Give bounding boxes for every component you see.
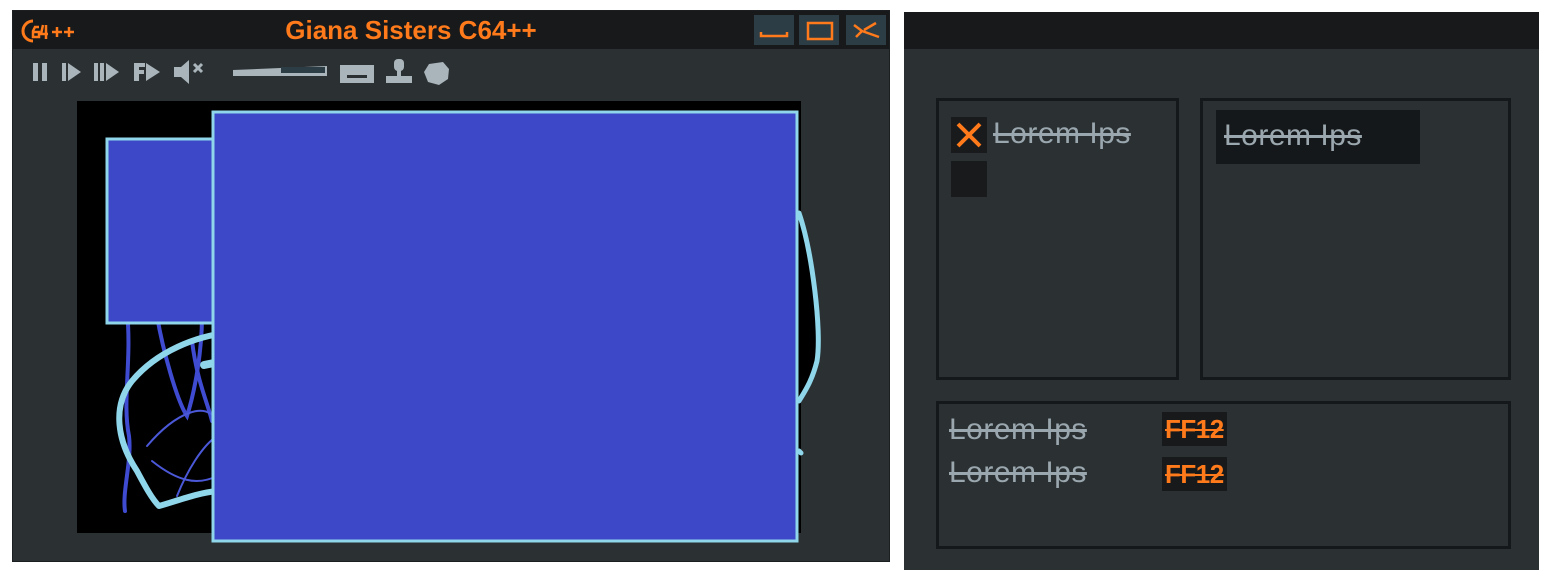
- screenshot-icon[interactable]: [337, 57, 377, 87]
- emulator-screen[interactable]: [77, 101, 821, 543]
- scribble-line: [146, 409, 218, 447]
- minimize-button[interactable]: [754, 15, 794, 45]
- checkbox-label: Lorem Ips: [993, 117, 1131, 150]
- value-label: Lorem Ips: [949, 456, 1087, 489]
- close-icon: [853, 21, 880, 39]
- emulator-toolbar: [25, 57, 465, 89]
- dropdown-value: Lorem Ips: [1224, 119, 1362, 152]
- settings-panel: Lorem Ips Lorem Ips Lorem Ips FF12 Lorem…: [904, 12, 1539, 570]
- scribble-line: [176, 435, 218, 497]
- close-button[interactable]: [846, 15, 886, 45]
- hex-value-field[interactable]: FF12: [1162, 457, 1227, 491]
- hex-value-field[interactable]: FF12: [1162, 412, 1227, 446]
- maximize-button[interactable]: [799, 15, 839, 45]
- mute-icon[interactable]: [171, 57, 215, 87]
- check-x-icon: [956, 122, 982, 148]
- pause-icon[interactable]: [29, 57, 53, 87]
- stage: Giana Sisters C64++ Lorem Ips Lorem Ips …: [0, 0, 1553, 582]
- minimize-icon: [759, 32, 789, 38]
- value-group: Lorem Ips FF12 Lorem Ips FF12: [936, 401, 1511, 549]
- emulator-window: Giana Sisters C64++: [12, 10, 890, 562]
- large-blue-panel: [211, 110, 799, 543]
- checkbox-checked[interactable]: [951, 117, 987, 153]
- dropdown-group: Lorem Ips: [1200, 98, 1511, 380]
- step-forward-icon[interactable]: [91, 57, 125, 87]
- volume-slider[interactable]: [231, 57, 331, 87]
- settings-title-bar[interactable]: [904, 12, 1539, 49]
- fast-forward-icon[interactable]: [131, 57, 165, 87]
- record-icon[interactable]: [421, 57, 455, 87]
- small-blue-panel: [105, 137, 219, 325]
- checkbox-group: Lorem Ips: [936, 98, 1179, 380]
- scribble-line: [122, 309, 132, 513]
- value-label: Lorem Ips: [949, 413, 1087, 446]
- dropdown-select[interactable]: Lorem Ips: [1216, 110, 1420, 164]
- title-bar[interactable]: Giana Sisters C64++: [13, 11, 889, 49]
- joystick-icon[interactable]: [383, 57, 417, 87]
- maximize-icon: [806, 21, 834, 41]
- play-icon[interactable]: [59, 57, 87, 87]
- scribble-outline: [796, 448, 804, 456]
- screen-content: [105, 110, 821, 543]
- checkbox-unchecked[interactable]: [951, 161, 987, 197]
